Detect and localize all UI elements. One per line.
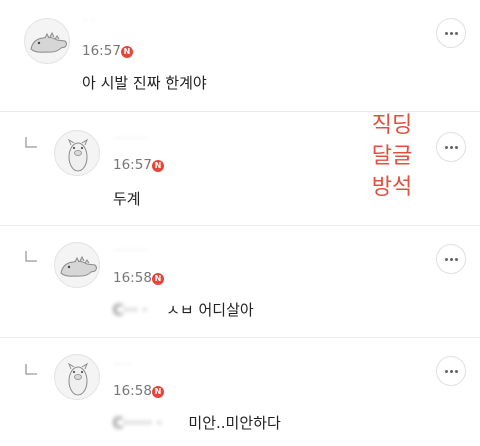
username[interactable]: ····· [114, 360, 133, 370]
comment-text: 두계 [113, 190, 141, 208]
more-horizontal-icon [444, 257, 458, 261]
new-badge: N [121, 46, 133, 58]
comment-text: 아 시발 진짜 한계야 [82, 74, 207, 92]
more-options-button[interactable] [436, 132, 466, 162]
dinosaur-avatar-icon [60, 255, 97, 277]
avatar[interactable] [54, 130, 100, 176]
more-horizontal-icon [444, 31, 458, 35]
overlay-line: 직딩 [371, 113, 413, 138]
watermark-overlay-text: 직딩 달글 방석 [367, 110, 417, 203]
comment-time: 16:57 [82, 43, 121, 59]
comment-time: 16:58 [113, 270, 152, 286]
avatar[interactable] [54, 354, 100, 400]
comment-text-visible: ㅅㅂ 어디살아 [166, 301, 254, 319]
more-options-button[interactable] [436, 244, 466, 274]
pig-avatar-icon [67, 362, 89, 396]
avatar[interactable] [24, 18, 70, 64]
new-badge: N [152, 273, 164, 285]
comment-text: C······ · 미안..미안하다 [113, 412, 281, 433]
reply-arrow-icon [25, 251, 37, 262]
blurred-text: C··· · [113, 301, 148, 319]
more-options-button[interactable] [436, 18, 466, 48]
username[interactable]: · · [84, 16, 96, 26]
comment-time: 16:58 [113, 383, 152, 399]
blurred-text: C······ · [113, 414, 162, 432]
comment-item: ········· 16:58 N C··· · ㅅㅂ 어디살아 [0, 226, 480, 338]
new-badge: N [152, 386, 164, 398]
more-horizontal-icon [444, 145, 458, 149]
new-badge: N [152, 160, 164, 172]
reply-arrow-icon [25, 364, 37, 375]
more-options-button[interactable] [436, 356, 466, 386]
pig-avatar-icon [67, 138, 89, 172]
overlay-line: 달글 [371, 144, 413, 169]
username[interactable]: ········· [114, 246, 149, 256]
comment-time: 16:57 [113, 157, 152, 173]
reply-arrow-icon [25, 137, 37, 148]
overlay-line: 방석 [371, 175, 413, 200]
comment-item: ····· 16:58 N C······ · 미안..미안하다 [0, 338, 480, 446]
comment-text: C··· · ㅅㅂ 어디살아 [113, 299, 254, 320]
avatar[interactable] [54, 242, 100, 288]
dinosaur-avatar-icon [30, 31, 67, 53]
more-horizontal-icon [444, 369, 458, 373]
comment-text-visible: 미안..미안하다 [188, 414, 281, 432]
comment-item: · · 16:57 N 아 시발 진짜 한계야 [0, 0, 480, 112]
username[interactable]: ········· [114, 134, 149, 144]
